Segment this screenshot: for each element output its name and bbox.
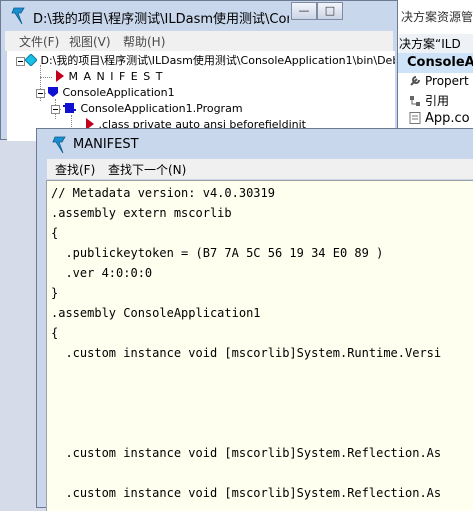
namespace-shield-icon [47, 86, 59, 103]
code-line: } [51, 286, 59, 300]
code-line: .custom instance void [mscorlib]System.R… [51, 486, 442, 500]
ildasm-logo-icon [10, 7, 26, 28]
menu-find-next[interactable]: 查找下一个(N) [108, 161, 186, 178]
references-icon [409, 93, 421, 106]
properties-label: Propert [425, 74, 469, 88]
menu-view[interactable]: 视图(V) [69, 33, 111, 50]
ildasm-window: D:\我的项目\程序测试\ILDasm使用测试\Con... — □ 文件(F)… [0, 0, 398, 141]
code-line: { [51, 326, 59, 340]
tree-collapse-toggle[interactable] [51, 105, 60, 114]
manifest-menu-bar: 查找(F) 查找下一个(N) [47, 159, 473, 179]
code-line: { [51, 226, 59, 240]
code-line: .assembly ConsoleApplication1 [51, 306, 261, 320]
class-icon [63, 102, 77, 119]
ildasm-logo-icon [51, 136, 67, 157]
tree-node-class-label: ConsoleApplication1.Program [80, 102, 243, 115]
tree-node-root-label: D:\我的项目\程序测试\ILDasm使用测试\ConsoleApplicati… [40, 54, 396, 67]
tree-node-manifest[interactable]: M A N I F E S T [55, 69, 163, 85]
project-node[interactable]: ConsoleAp [397, 53, 473, 73]
app-config-label: App.co [425, 111, 470, 126]
tree-node-manifest-label: M A N I F E S T [68, 70, 164, 83]
tree-collapse-toggle[interactable] [16, 57, 25, 66]
app-config-node[interactable]: App.co [397, 109, 470, 129]
manifest-text-view[interactable]: // Metadata version: v4.0.30319 .assembl… [46, 180, 473, 511]
manifest-title: MANIFEST [73, 137, 139, 152]
tree-connector [40, 77, 52, 78]
minimize-button[interactable]: — [291, 2, 317, 20]
properties-node[interactable]: Propert [397, 71, 469, 91]
tree-node-namespace-label: ConsoleApplication1 [62, 86, 175, 99]
ildasm-title-bar[interactable]: D:\我的项目\程序测试\ILDasm使用测试\Con... — □ [1, 1, 397, 31]
tree-node-namespace[interactable]: ConsoleApplication1 [47, 85, 175, 101]
solution-explorer-panel: 决方案资源管 决方案“ILD ConsoleAp Propert 引用 App.… [396, 0, 473, 140]
code-line: .publickeytoken = (B7 7A 5C 56 19 34 E0 … [51, 246, 384, 260]
ildasm-menu-bar: 文件(F) 视图(V) 帮助(H) [5, 31, 393, 52]
solution-explorer-title: 决方案资源管 [401, 10, 473, 24]
code-line: // Metadata version: v4.0.30319 [51, 186, 275, 200]
menu-file[interactable]: 文件(F) [19, 33, 59, 50]
references-node[interactable]: 引用 [397, 91, 449, 111]
ildasm-title: D:\我的项目\程序测试\ILDasm使用测试\Con... [33, 12, 289, 27]
manifest-window: MANIFEST 查找(F) 查找下一个(N) // Metadata vers… [36, 128, 473, 511]
maximize-button[interactable]: □ [317, 2, 343, 20]
wrench-icon [409, 73, 421, 86]
tree-node-class[interactable]: ConsoleApplication1.Program [63, 101, 243, 117]
code-line: .custom instance void [mscorlib]System.R… [51, 446, 442, 460]
config-file-icon [409, 111, 421, 124]
references-label: 引用 [425, 94, 450, 108]
tree-node-root[interactable]: D:\我的项目\程序测试\ILDasm使用测试\ConsoleApplicati… [24, 53, 396, 71]
menu-find[interactable]: 查找(F) [55, 161, 95, 178]
solution-node[interactable]: 决方案“ILD [399, 34, 473, 54]
code-line: .assembly extern mscorlib [51, 206, 232, 220]
diamond-icon [24, 53, 38, 71]
code-line: .custom instance void [mscorlib]System.R… [51, 346, 442, 360]
menu-help[interactable]: 帮助(H) [123, 33, 165, 50]
project-label: ConsoleAp [407, 55, 473, 70]
code-line: .ver 4:0:0:0 [51, 266, 153, 280]
manifest-title-bar[interactable]: MANIFEST [37, 129, 473, 159]
tree-collapse-toggle[interactable] [36, 89, 45, 98]
